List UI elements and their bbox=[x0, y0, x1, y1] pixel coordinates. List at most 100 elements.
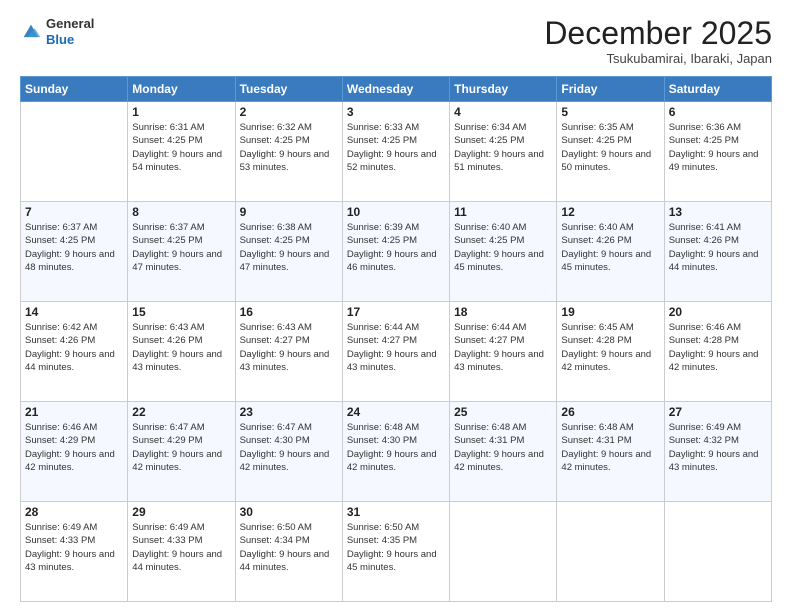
header-thursday: Thursday bbox=[450, 77, 557, 102]
sunset: Sunset: 4:27 PM bbox=[454, 334, 552, 347]
calendar-cell: 8 Sunrise: 6:37 AM Sunset: 4:25 PM Dayli… bbox=[128, 202, 235, 302]
sunset: Sunset: 4:27 PM bbox=[347, 334, 445, 347]
sunrise: Sunrise: 6:37 AM bbox=[132, 221, 230, 234]
calendar-cell: 18 Sunrise: 6:44 AM Sunset: 4:27 PM Dayl… bbox=[450, 302, 557, 402]
day-number: 9 bbox=[240, 205, 338, 219]
logo-text: General Blue bbox=[46, 16, 94, 47]
sunset: Sunset: 4:28 PM bbox=[561, 334, 659, 347]
header: General Blue December 2025 Tsukubamirai,… bbox=[20, 16, 772, 66]
sunrise: Sunrise: 6:34 AM bbox=[454, 121, 552, 134]
calendar-cell: 27 Sunrise: 6:49 AM Sunset: 4:32 PM Dayl… bbox=[664, 402, 771, 502]
sunset: Sunset: 4:26 PM bbox=[25, 334, 123, 347]
calendar-cell: 31 Sunrise: 6:50 AM Sunset: 4:35 PM Dayl… bbox=[342, 502, 449, 602]
calendar-cell bbox=[557, 502, 664, 602]
header-monday: Monday bbox=[128, 77, 235, 102]
calendar-cell: 6 Sunrise: 6:36 AM Sunset: 4:25 PM Dayli… bbox=[664, 102, 771, 202]
header-right: December 2025 Tsukubamirai, Ibaraki, Jap… bbox=[544, 16, 772, 66]
sunrise: Sunrise: 6:47 AM bbox=[132, 421, 230, 434]
day-info: Sunrise: 6:44 AM Sunset: 4:27 PM Dayligh… bbox=[347, 321, 445, 374]
calendar-cell: 20 Sunrise: 6:46 AM Sunset: 4:28 PM Dayl… bbox=[664, 302, 771, 402]
day-info: Sunrise: 6:43 AM Sunset: 4:27 PM Dayligh… bbox=[240, 321, 338, 374]
week-row-1: 1 Sunrise: 6:31 AM Sunset: 4:25 PM Dayli… bbox=[21, 102, 772, 202]
sunrise: Sunrise: 6:36 AM bbox=[669, 121, 767, 134]
day-number: 23 bbox=[240, 405, 338, 419]
sunset: Sunset: 4:26 PM bbox=[561, 234, 659, 247]
sunrise: Sunrise: 6:39 AM bbox=[347, 221, 445, 234]
day-number: 11 bbox=[454, 205, 552, 219]
day-number: 24 bbox=[347, 405, 445, 419]
daylight: Daylight: 9 hours and 50 minutes. bbox=[561, 148, 659, 175]
day-info: Sunrise: 6:43 AM Sunset: 4:26 PM Dayligh… bbox=[132, 321, 230, 374]
day-info: Sunrise: 6:47 AM Sunset: 4:29 PM Dayligh… bbox=[132, 421, 230, 474]
day-number: 21 bbox=[25, 405, 123, 419]
daylight: Daylight: 9 hours and 51 minutes. bbox=[454, 148, 552, 175]
calendar-cell: 16 Sunrise: 6:43 AM Sunset: 4:27 PM Dayl… bbox=[235, 302, 342, 402]
sunset: Sunset: 4:28 PM bbox=[669, 334, 767, 347]
day-info: Sunrise: 6:37 AM Sunset: 4:25 PM Dayligh… bbox=[25, 221, 123, 274]
day-info: Sunrise: 6:49 AM Sunset: 4:33 PM Dayligh… bbox=[132, 521, 230, 574]
sunrise: Sunrise: 6:43 AM bbox=[132, 321, 230, 334]
logo-general: General bbox=[46, 16, 94, 31]
sunset: Sunset: 4:25 PM bbox=[347, 134, 445, 147]
day-number: 19 bbox=[561, 305, 659, 319]
day-info: Sunrise: 6:50 AM Sunset: 4:35 PM Dayligh… bbox=[347, 521, 445, 574]
daylight: Daylight: 9 hours and 49 minutes. bbox=[669, 148, 767, 175]
calendar-cell: 5 Sunrise: 6:35 AM Sunset: 4:25 PM Dayli… bbox=[557, 102, 664, 202]
week-row-3: 14 Sunrise: 6:42 AM Sunset: 4:26 PM Dayl… bbox=[21, 302, 772, 402]
calendar-cell: 23 Sunrise: 6:47 AM Sunset: 4:30 PM Dayl… bbox=[235, 402, 342, 502]
daylight: Daylight: 9 hours and 44 minutes. bbox=[240, 548, 338, 575]
week-row-5: 28 Sunrise: 6:49 AM Sunset: 4:33 PM Dayl… bbox=[21, 502, 772, 602]
daylight: Daylight: 9 hours and 42 minutes. bbox=[240, 448, 338, 475]
calendar-cell: 17 Sunrise: 6:44 AM Sunset: 4:27 PM Dayl… bbox=[342, 302, 449, 402]
day-number: 12 bbox=[561, 205, 659, 219]
day-info: Sunrise: 6:46 AM Sunset: 4:29 PM Dayligh… bbox=[25, 421, 123, 474]
daylight: Daylight: 9 hours and 42 minutes. bbox=[561, 448, 659, 475]
calendar-cell: 25 Sunrise: 6:48 AM Sunset: 4:31 PM Dayl… bbox=[450, 402, 557, 502]
sunset: Sunset: 4:25 PM bbox=[454, 134, 552, 147]
day-number: 10 bbox=[347, 205, 445, 219]
daylight: Daylight: 9 hours and 44 minutes. bbox=[25, 348, 123, 375]
calendar-cell bbox=[450, 502, 557, 602]
calendar-cell: 12 Sunrise: 6:40 AM Sunset: 4:26 PM Dayl… bbox=[557, 202, 664, 302]
sunset: Sunset: 4:29 PM bbox=[132, 434, 230, 447]
day-info: Sunrise: 6:38 AM Sunset: 4:25 PM Dayligh… bbox=[240, 221, 338, 274]
sunset: Sunset: 4:25 PM bbox=[561, 134, 659, 147]
sunrise: Sunrise: 6:35 AM bbox=[561, 121, 659, 134]
calendar-cell: 4 Sunrise: 6:34 AM Sunset: 4:25 PM Dayli… bbox=[450, 102, 557, 202]
day-number: 22 bbox=[132, 405, 230, 419]
day-number: 15 bbox=[132, 305, 230, 319]
calendar-cell bbox=[664, 502, 771, 602]
logo: General Blue bbox=[20, 16, 94, 47]
sunrise: Sunrise: 6:45 AM bbox=[561, 321, 659, 334]
sunset: Sunset: 4:25 PM bbox=[454, 234, 552, 247]
calendar-cell: 9 Sunrise: 6:38 AM Sunset: 4:25 PM Dayli… bbox=[235, 202, 342, 302]
sunrise: Sunrise: 6:40 AM bbox=[561, 221, 659, 234]
sunrise: Sunrise: 6:40 AM bbox=[454, 221, 552, 234]
header-wednesday: Wednesday bbox=[342, 77, 449, 102]
header-friday: Friday bbox=[557, 77, 664, 102]
daylight: Daylight: 9 hours and 42 minutes. bbox=[561, 348, 659, 375]
header-sunday: Sunday bbox=[21, 77, 128, 102]
sunset: Sunset: 4:29 PM bbox=[25, 434, 123, 447]
sunset: Sunset: 4:25 PM bbox=[347, 234, 445, 247]
sunrise: Sunrise: 6:44 AM bbox=[454, 321, 552, 334]
calendar-cell: 24 Sunrise: 6:48 AM Sunset: 4:30 PM Dayl… bbox=[342, 402, 449, 502]
daylight: Daylight: 9 hours and 43 minutes. bbox=[454, 348, 552, 375]
sunset: Sunset: 4:26 PM bbox=[669, 234, 767, 247]
day-info: Sunrise: 6:48 AM Sunset: 4:30 PM Dayligh… bbox=[347, 421, 445, 474]
sunrise: Sunrise: 6:46 AM bbox=[25, 421, 123, 434]
day-info: Sunrise: 6:45 AM Sunset: 4:28 PM Dayligh… bbox=[561, 321, 659, 374]
sunrise: Sunrise: 6:41 AM bbox=[669, 221, 767, 234]
sunrise: Sunrise: 6:50 AM bbox=[347, 521, 445, 534]
calendar-cell: 19 Sunrise: 6:45 AM Sunset: 4:28 PM Dayl… bbox=[557, 302, 664, 402]
sunset: Sunset: 4:31 PM bbox=[454, 434, 552, 447]
daylight: Daylight: 9 hours and 48 minutes. bbox=[25, 248, 123, 275]
calendar-cell: 22 Sunrise: 6:47 AM Sunset: 4:29 PM Dayl… bbox=[128, 402, 235, 502]
day-info: Sunrise: 6:49 AM Sunset: 4:33 PM Dayligh… bbox=[25, 521, 123, 574]
calendar-cell: 10 Sunrise: 6:39 AM Sunset: 4:25 PM Dayl… bbox=[342, 202, 449, 302]
logo-blue: Blue bbox=[46, 32, 74, 47]
day-number: 1 bbox=[132, 105, 230, 119]
header-saturday: Saturday bbox=[664, 77, 771, 102]
calendar-cell: 3 Sunrise: 6:33 AM Sunset: 4:25 PM Dayli… bbox=[342, 102, 449, 202]
sunrise: Sunrise: 6:33 AM bbox=[347, 121, 445, 134]
